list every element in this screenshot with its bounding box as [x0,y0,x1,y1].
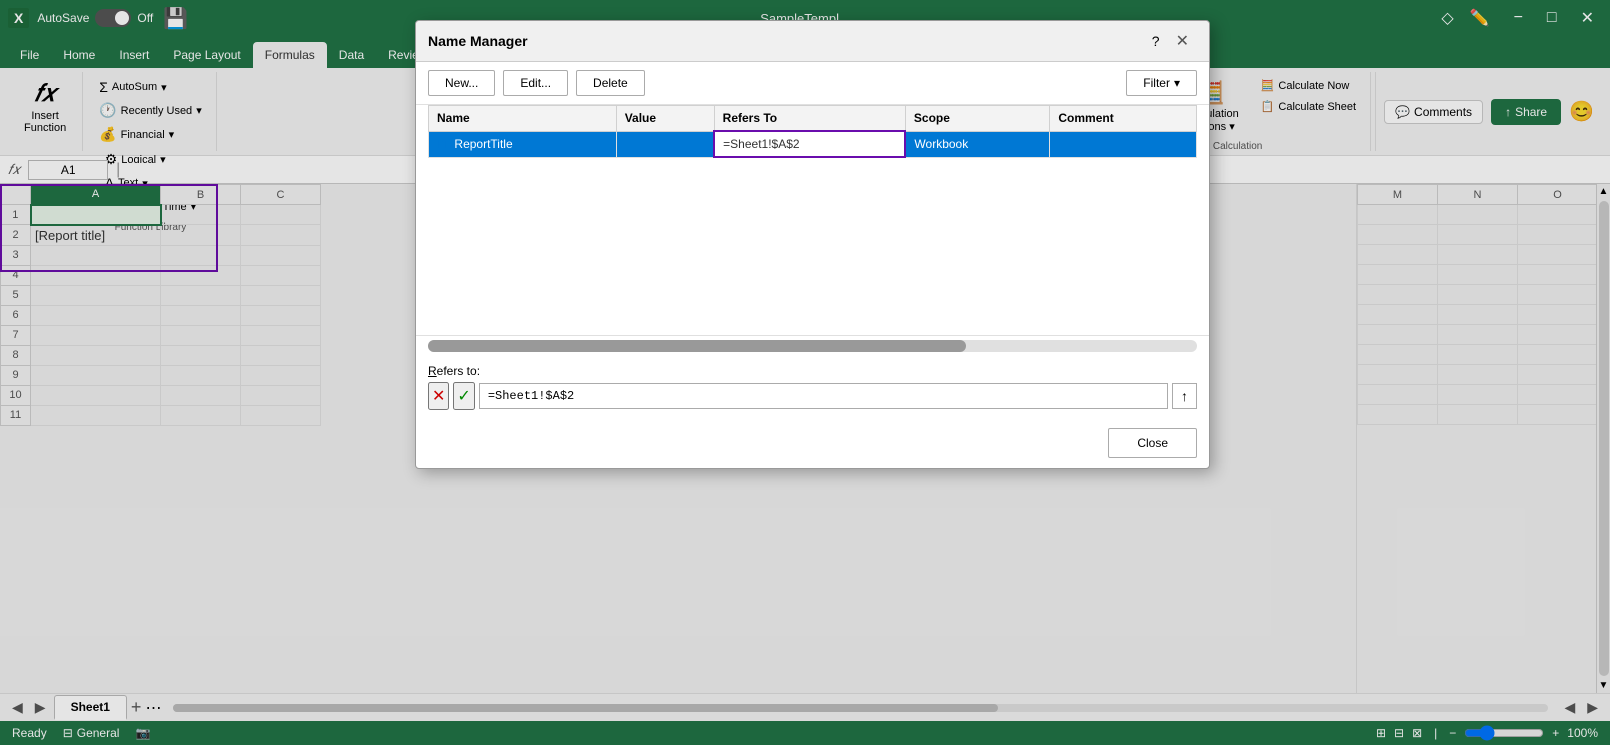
dialog-hscroll-thumb [428,340,966,352]
refers-to-section: Refers to: ✕ ✓ ↑ [416,356,1209,418]
dialog-toolbar: New... Edit... Delete Filter ▾ [416,62,1209,105]
col-header-scope: Scope [905,106,1049,132]
name-value: ReportTitle [454,137,512,151]
col-header-comment: Comment [1050,106,1197,132]
name-grid-icon: ⊞ [437,137,447,151]
dialog-footer: Close [416,418,1209,468]
new-button[interactable]: New... [428,70,495,96]
name-manager-dialog: Name Manager ? ✕ New... Edit... Delete F… [415,20,1210,469]
filter-label: Filter [1143,76,1170,90]
dialog-scroll-area [416,335,1209,356]
col-header-name: Name [429,106,617,132]
refers-to-input[interactable] [479,383,1168,409]
edit-button[interactable]: Edit... [503,70,568,96]
refers-to-cancel-btn[interactable]: ✕ [428,382,449,410]
refers-to-cell: =Sheet1!$A$2 [714,131,905,157]
delete-button[interactable]: Delete [576,70,645,96]
dialog-close-x-btn[interactable]: ✕ [1168,29,1197,53]
name-entry-row[interactable]: ⊞ ReportTitle =Sheet1!$A$2 Workbook [429,131,1197,157]
close-button[interactable]: Close [1108,428,1197,458]
col-header-value: Value [616,106,714,132]
dialog-help-btn[interactable]: ? [1144,31,1168,51]
names-table: Name Value Refers To Scope Comment ⊞ Rep… [428,105,1197,158]
refers-to-expand-btn[interactable]: ↑ [1172,383,1197,409]
filter-button[interactable]: Filter ▾ [1126,70,1197,96]
scope-cell: Workbook [905,131,1049,157]
filter-dropdown-icon: ▾ [1174,76,1180,90]
refers-to-row: ✕ ✓ ↑ [428,382,1197,410]
refers-to-underline: R [428,364,437,378]
dialog-overlay: Name Manager ? ✕ New... Edit... Delete F… [0,0,1610,745]
names-table-scroll[interactable]: Name Value Refers To Scope Comment ⊞ Rep… [416,105,1209,335]
refers-to-text: efers to: [437,364,480,378]
name-cell: ⊞ ReportTitle [429,131,617,157]
dialog-hscroll[interactable] [428,340,1197,352]
refers-to-label: Refers to: [428,364,1197,378]
comment-cell [1050,131,1197,157]
refers-to-confirm-btn[interactable]: ✓ [453,382,474,410]
col-header-refers-to: Refers To [714,106,905,132]
dialog-title-bar: Name Manager ? ✕ [416,21,1209,62]
dialog-title: Name Manager [428,33,1144,49]
value-cell [616,131,714,157]
